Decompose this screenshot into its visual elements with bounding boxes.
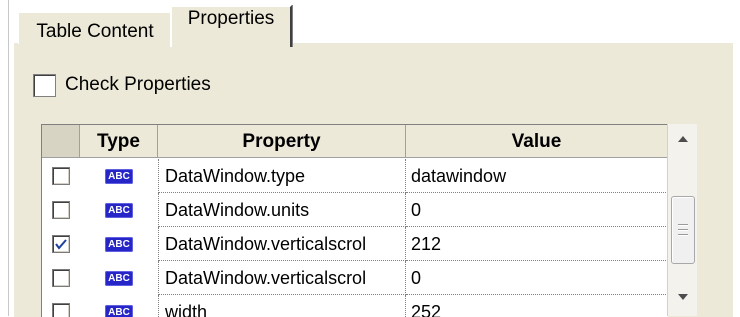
row-value-cell[interactable]: 212 <box>406 227 668 261</box>
tab-properties-label: Properties <box>188 8 275 29</box>
row-property-cell[interactable]: DataWindow.type <box>158 159 406 193</box>
row-checkbox[interactable] <box>52 269 70 287</box>
row-select-cell <box>42 227 80 261</box>
table-row[interactable]: ABC DataWindow.typedatawindow <box>42 159 668 193</box>
row-type-cell: ABC <box>80 261 158 295</box>
arrow-down-icon <box>677 293 689 301</box>
row-value-cell[interactable]: 252 <box>406 295 668 317</box>
row-select-cell <box>42 159 80 193</box>
abc-string-icon: ABC <box>105 169 133 184</box>
abc-string-icon: ABC <box>105 305 133 317</box>
row-checkbox[interactable] <box>52 201 70 219</box>
check-properties-option[interactable]: Check Properties <box>33 72 211 98</box>
tab-table-content-label: Table Content <box>36 21 153 42</box>
tab-properties[interactable]: Properties <box>170 5 292 47</box>
row-value-cell[interactable]: 0 <box>406 261 668 295</box>
abc-string-icon: ABC <box>105 237 133 252</box>
row-type-cell: ABC <box>80 295 158 317</box>
row-select-cell <box>42 193 80 227</box>
window-left-border <box>0 0 9 316</box>
scroll-thumb[interactable] <box>671 196 695 264</box>
table-row[interactable]: ABC DataWindow.verticalscrol0 <box>42 261 668 295</box>
tab-table-content[interactable]: Table Content <box>18 12 172 44</box>
vertical-scrollbar[interactable] <box>667 124 697 316</box>
grip-line-icon <box>678 224 688 226</box>
column-header-value[interactable]: Value <box>406 125 668 158</box>
row-property-cell[interactable]: DataWindow.verticalscrol <box>158 227 406 261</box>
table-row[interactable]: ABC DataWindow.verticalscrol212 <box>42 227 668 261</box>
table-row[interactable]: ABC DataWindow.units0 <box>42 193 668 227</box>
row-checkbox[interactable] <box>52 303 70 317</box>
row-type-cell: ABC <box>80 159 158 193</box>
check-properties-checkbox[interactable] <box>33 74 56 97</box>
row-checkbox[interactable] <box>52 235 70 253</box>
abc-string-icon: ABC <box>105 203 133 218</box>
row-select-cell <box>42 261 80 295</box>
grip-line-icon <box>678 234 688 236</box>
column-header-select[interactable] <box>42 125 80 158</box>
row-value-cell[interactable]: datawindow <box>406 159 668 193</box>
column-header-property[interactable]: Property <box>158 125 406 158</box>
row-type-cell: ABC <box>80 193 158 227</box>
check-properties-label: Check Properties <box>65 74 211 96</box>
properties-grid: Type Property Value ABC DataWindow.typeda… <box>41 124 668 317</box>
row-type-cell: ABC <box>80 227 158 261</box>
abc-string-icon: ABC <box>105 271 133 286</box>
scroll-up-button[interactable] <box>668 126 697 152</box>
arrow-up-icon <box>677 135 689 143</box>
row-checkbox[interactable] <box>52 167 70 185</box>
table-row[interactable]: ABC width252 <box>42 295 668 317</box>
row-property-cell[interactable]: DataWindow.verticalscrol <box>158 261 406 295</box>
column-header-type[interactable]: Type <box>80 125 158 158</box>
row-select-cell <box>42 295 80 317</box>
checkmark-icon <box>55 239 67 250</box>
row-property-cell[interactable]: DataWindow.units <box>158 193 406 227</box>
row-property-cell[interactable]: width <box>158 295 406 317</box>
row-value-cell[interactable]: 0 <box>406 193 668 227</box>
scroll-down-button[interactable] <box>668 284 697 310</box>
grip-line-icon <box>678 229 688 231</box>
